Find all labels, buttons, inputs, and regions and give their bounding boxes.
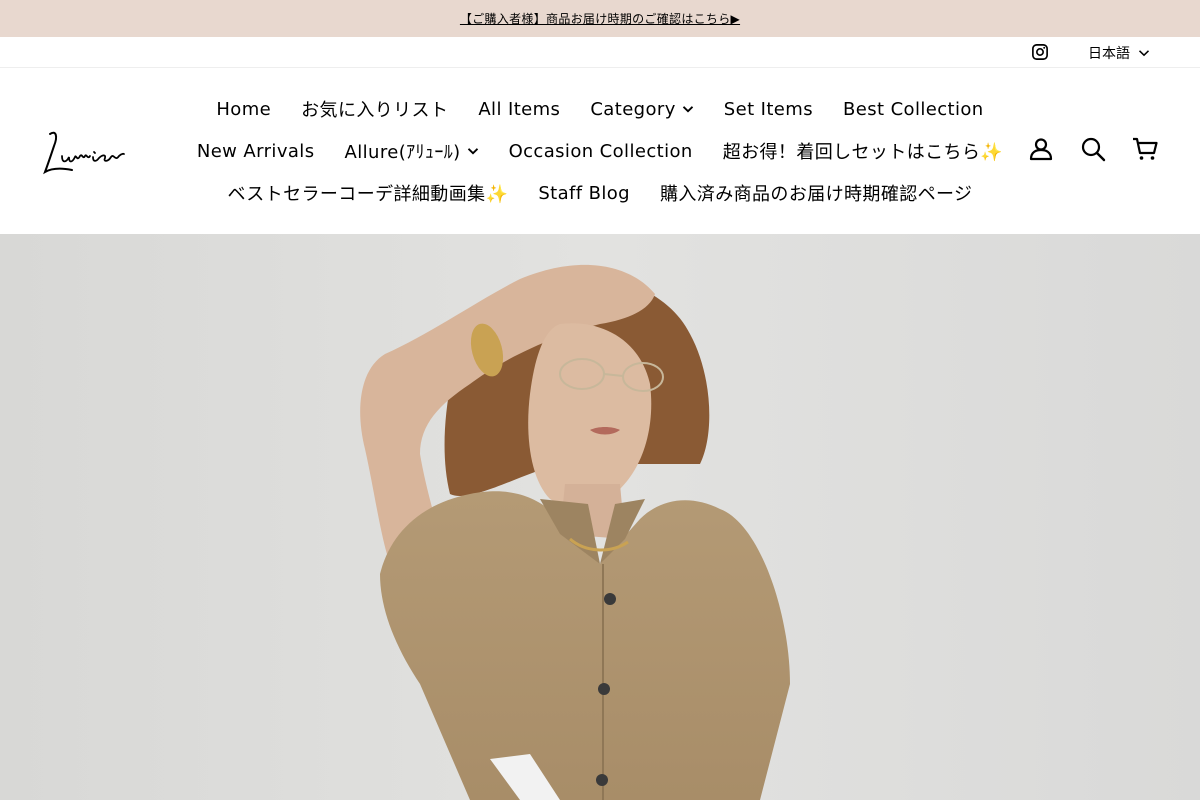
main-navigation: Home お気に入りリスト All Items Category Set Ite… (190, 88, 1010, 214)
nav-label: Set Items (723, 98, 813, 120)
language-selector[interactable]: 日本語 (1088, 43, 1150, 63)
header-icons (1028, 136, 1158, 162)
hero-model-image (0, 234, 1200, 800)
nav-item-staff-blog[interactable]: Staff Blog (538, 183, 630, 204)
language-label: 日本語 (1088, 46, 1130, 62)
utility-bar: 日本語 (0, 37, 1200, 68)
nav-label: Best Collection (843, 98, 984, 120)
nav-row-2: New Arrivals Allure(ｱﾘｭｰﾙ) Occasion Coll… (190, 130, 1010, 172)
instagram-icon[interactable] (1031, 43, 1049, 61)
site-header: Home お気に入りリスト All Items Category Set Ite… (0, 68, 1200, 234)
nav-item-favorites[interactable]: お気に入りリスト (301, 96, 448, 122)
nav-label: All Items (478, 98, 561, 120)
nav-label: Occasion Collection (508, 140, 693, 162)
nav-label: Allure(ｱﾘｭｰﾙ) (344, 142, 461, 163)
nav-label: 超お得！着回しセットはこちら✨ (722, 142, 1004, 163)
hero-banner[interactable] (0, 234, 1200, 800)
nav-label: お気に入りリスト (301, 100, 449, 121)
nav-item-best-collection[interactable]: Best Collection (843, 99, 984, 120)
chevron-down-icon (1138, 50, 1150, 57)
nav-label: 購入済み商品のお届け時期確認ページ (660, 184, 973, 205)
nav-item-delivery-check[interactable]: 購入済み商品のお届け時期確認ページ (660, 180, 972, 206)
nav-item-occasion-collection[interactable]: Occasion Collection (509, 141, 693, 162)
announcement-bar: 【ご購入者様】商品お届け時期のご確認はこちら▶ (0, 0, 1200, 37)
chevron-down-icon (467, 148, 478, 155)
nav-label: Staff Blog (538, 182, 631, 204)
nav-item-allure[interactable]: Allure(ｱﾘｭｰﾙ) (345, 138, 479, 164)
nav-item-set-deals[interactable]: 超お得！着回しセットはこちら✨ (723, 138, 1003, 164)
nav-label: Home (216, 98, 272, 120)
nav-row-3: ベストセラーコーデ詳細動画集✨ Staff Blog 購入済み商品のお届け時期確… (190, 172, 1010, 214)
nav-item-home[interactable]: Home (216, 99, 271, 120)
nav-item-bestseller-videos[interactable]: ベストセラーコーデ詳細動画集✨ (228, 180, 509, 206)
nav-row-1: Home お気に入りリスト All Items Category Set Ite… (190, 88, 1010, 130)
announcement-link[interactable]: 【ご購入者様】商品お届け時期のご確認はこちら▶ (460, 10, 740, 27)
nav-label: New Arrivals (196, 140, 315, 162)
nav-label: ベストセラーコーデ詳細動画集✨ (227, 184, 509, 205)
nav-item-category[interactable]: Category (590, 99, 693, 120)
cart-icon[interactable] (1132, 136, 1158, 162)
chevron-down-icon (682, 106, 693, 113)
search-icon[interactable] (1080, 136, 1106, 162)
nav-item-set-items[interactable]: Set Items (724, 99, 813, 120)
nav-label: Category (590, 98, 676, 120)
account-icon[interactable] (1028, 136, 1054, 162)
nav-item-new-arrivals[interactable]: New Arrivals (197, 141, 315, 162)
lumier-logo[interactable] (42, 128, 140, 176)
nav-item-all-items[interactable]: All Items (478, 99, 560, 120)
